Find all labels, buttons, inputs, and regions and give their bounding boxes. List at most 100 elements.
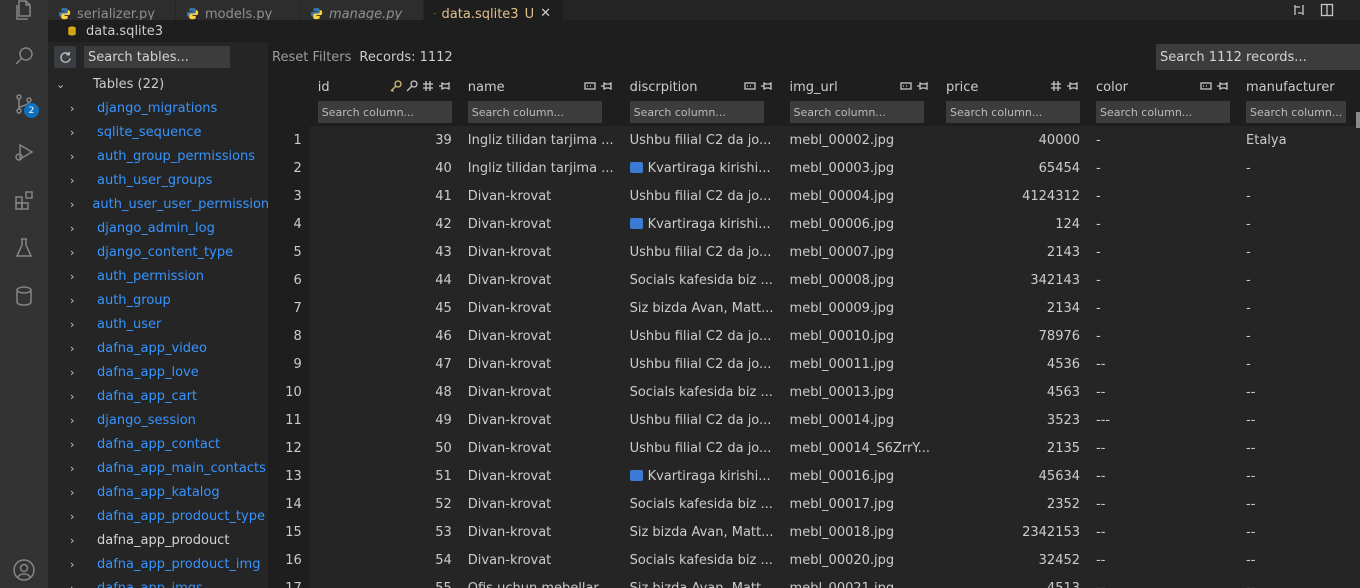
- cell-discrpition[interactable]: Socials kafesida biz ...: [621, 490, 782, 518]
- pin-icon[interactable]: [600, 80, 612, 92]
- cell-color[interactable]: -: [1088, 266, 1239, 294]
- cell-name[interactable]: Divan-krovat: [459, 322, 622, 350]
- column-search-name[interactable]: [467, 101, 602, 123]
- cell-img-url[interactable]: mebl_00014.jpg: [781, 406, 939, 434]
- tab-models[interactable]: models.py: [176, 0, 300, 20]
- cell-img-url[interactable]: mebl_00016.jpg: [781, 462, 939, 490]
- table-row[interactable]: 5 43 Divan-krovat Ushbu filial C2 da jo... m…: [268, 238, 1360, 266]
- pin-icon[interactable]: [1066, 80, 1078, 92]
- search-records-input[interactable]: [1156, 44, 1360, 70]
- cell-name[interactable]: Divan-krovat: [459, 406, 622, 434]
- cell-manufacturer[interactable]: --: [1238, 434, 1360, 462]
- cell-color[interactable]: --: [1088, 490, 1239, 518]
- cell-manufacturer[interactable]: -: [1238, 294, 1360, 322]
- cell-name[interactable]: Divan-krovat: [459, 266, 622, 294]
- cell-price[interactable]: 45634: [938, 462, 1089, 490]
- pin-icon[interactable]: [760, 80, 772, 92]
- cell-color[interactable]: --: [1088, 462, 1239, 490]
- cell-price[interactable]: 65454: [938, 154, 1089, 182]
- cell-name[interactable]: Divan-krovat: [459, 546, 622, 574]
- reset-filters-button[interactable]: Reset Filters: [272, 50, 351, 65]
- cell-img-url[interactable]: mebl_00007.jpg: [781, 238, 939, 266]
- table-row[interactable]: 8 46 Divan-krovat Ushbu filial C2 da jo... m…: [268, 322, 1360, 350]
- table-item[interactable]: › auth_permission: [48, 264, 268, 288]
- cell-img-url[interactable]: mebl_00018.jpg: [781, 518, 939, 546]
- cell-name[interactable]: Divan-krovat: [459, 518, 622, 546]
- cell-price[interactable]: 2134: [938, 294, 1089, 322]
- cell-discrpition[interactable]: Ushbu filial C2 da jo...: [621, 126, 782, 154]
- cell-img-url[interactable]: mebl_00011.jpg: [781, 350, 939, 378]
- cell-img-url[interactable]: mebl_00013.jpg: [781, 378, 939, 406]
- cell-id[interactable]: 51: [309, 462, 460, 490]
- explorer-icon[interactable]: [0, 0, 48, 34]
- cell-id[interactable]: 43: [309, 238, 460, 266]
- column-search-discrpition[interactable]: [629, 101, 764, 123]
- table-item[interactable]: › auth_group_permissions: [48, 144, 268, 168]
- column-search-price[interactable]: [946, 101, 1081, 123]
- close-icon[interactable]: ✕: [540, 6, 551, 20]
- cell-img-url[interactable]: mebl_00008.jpg: [781, 266, 939, 294]
- table-row[interactable]: 2 40 Ingliz tilidan tarjima ... Kvartiraga …: [268, 154, 1360, 182]
- refresh-button[interactable]: [54, 46, 76, 68]
- cell-manufacturer[interactable]: -: [1238, 322, 1360, 350]
- account-icon[interactable]: [0, 546, 48, 588]
- database-icon[interactable]: [0, 272, 48, 320]
- cell-manufacturer[interactable]: --: [1238, 462, 1360, 490]
- cell-name[interactable]: Ingliz tilidan tarjima ...: [459, 126, 622, 154]
- table-item[interactable]: › dafna_app_katalog: [48, 480, 268, 504]
- run-debug-icon[interactable]: [0, 128, 48, 176]
- cell-id[interactable]: 41: [309, 182, 460, 210]
- table-row[interactable]: 6 44 Divan-krovat Socials kafesida biz ... m…: [268, 266, 1360, 294]
- cell-manufacturer[interactable]: -: [1238, 182, 1360, 210]
- table-item[interactable]: › dafna_app_imgs: [48, 576, 268, 588]
- table-row[interactable]: 11 49 Divan-krovat Ushbu filial C2 da jo...…: [268, 406, 1360, 434]
- cell-name[interactable]: Divan-krovat: [459, 294, 622, 322]
- cell-color[interactable]: --: [1088, 350, 1239, 378]
- table-item[interactable]: › django_session: [48, 408, 268, 432]
- cell-discrpition[interactable]: Kvartiraga kirishi...: [621, 154, 782, 182]
- cell-name[interactable]: Ingliz tilidan tarjima ...: [459, 154, 622, 182]
- cell-manufacturer[interactable]: --: [1238, 406, 1360, 434]
- extensions-icon[interactable]: [0, 176, 48, 224]
- cell-manufacturer[interactable]: --: [1238, 546, 1360, 574]
- cell-price[interactable]: 32452: [938, 546, 1089, 574]
- cell-id[interactable]: 54: [309, 546, 460, 574]
- pin-icon[interactable]: [1216, 80, 1228, 92]
- table-item[interactable]: › dafna_app_main_contacts: [48, 456, 268, 480]
- cell-color[interactable]: -: [1088, 182, 1239, 210]
- cell-id[interactable]: 40: [309, 154, 460, 182]
- column-header-discrpition[interactable]: discrpition: [622, 72, 782, 98]
- cell-price[interactable]: 124: [938, 210, 1089, 238]
- search-tables-input[interactable]: [84, 46, 230, 68]
- cell-name[interactable]: Divan-krovat: [459, 378, 622, 406]
- cell-id[interactable]: 46: [309, 322, 460, 350]
- cell-manufacturer[interactable]: -: [1238, 266, 1360, 294]
- cell-color[interactable]: -: [1088, 294, 1239, 322]
- testing-icon[interactable]: [0, 224, 48, 272]
- table-item[interactable]: › dafna_app_cart: [48, 384, 268, 408]
- compare-icon[interactable]: [1292, 3, 1306, 17]
- cell-img-url[interactable]: mebl_00010.jpg: [781, 322, 939, 350]
- cell-manufacturer[interactable]: -: [1238, 154, 1360, 182]
- cell-manufacturer[interactable]: --: [1238, 490, 1360, 518]
- table-row[interactable]: 4 42 Divan-krovat Kvartiraga kirishi... mebl…: [268, 210, 1360, 238]
- cell-discrpition[interactable]: Siz bizda Avan, Matt...: [621, 294, 782, 322]
- table-item[interactable]: › django_migrations: [48, 96, 268, 120]
- cell-img-url[interactable]: mebl_00020.jpg: [781, 546, 939, 574]
- table-item[interactable]: › sqlite_sequence: [48, 120, 268, 144]
- cell-price[interactable]: 2143: [938, 238, 1089, 266]
- table-row[interactable]: 14 52 Divan-krovat Socials kafesida biz ...…: [268, 490, 1360, 518]
- cell-id[interactable]: 50: [309, 434, 460, 462]
- cell-discrpition[interactable]: Socials kafesida biz ...: [621, 378, 782, 406]
- table-item[interactable]: › django_admin_log: [48, 216, 268, 240]
- cell-manufacturer[interactable]: --: [1238, 518, 1360, 546]
- cell-price[interactable]: 4563: [938, 378, 1089, 406]
- cell-color[interactable]: -: [1088, 238, 1239, 266]
- cell-img-url[interactable]: mebl_00021.jpg: [781, 574, 939, 588]
- cell-color[interactable]: --: [1088, 546, 1239, 574]
- cell-img-url[interactable]: mebl_00009.jpg: [781, 294, 939, 322]
- tab-serializer[interactable]: serializer.py: [48, 0, 176, 20]
- column-header-manufacturer[interactable]: manufacturer: [1238, 72, 1360, 98]
- cell-name[interactable]: Divan-krovat: [459, 434, 622, 462]
- cell-name[interactable]: Divan-krovat: [459, 350, 622, 378]
